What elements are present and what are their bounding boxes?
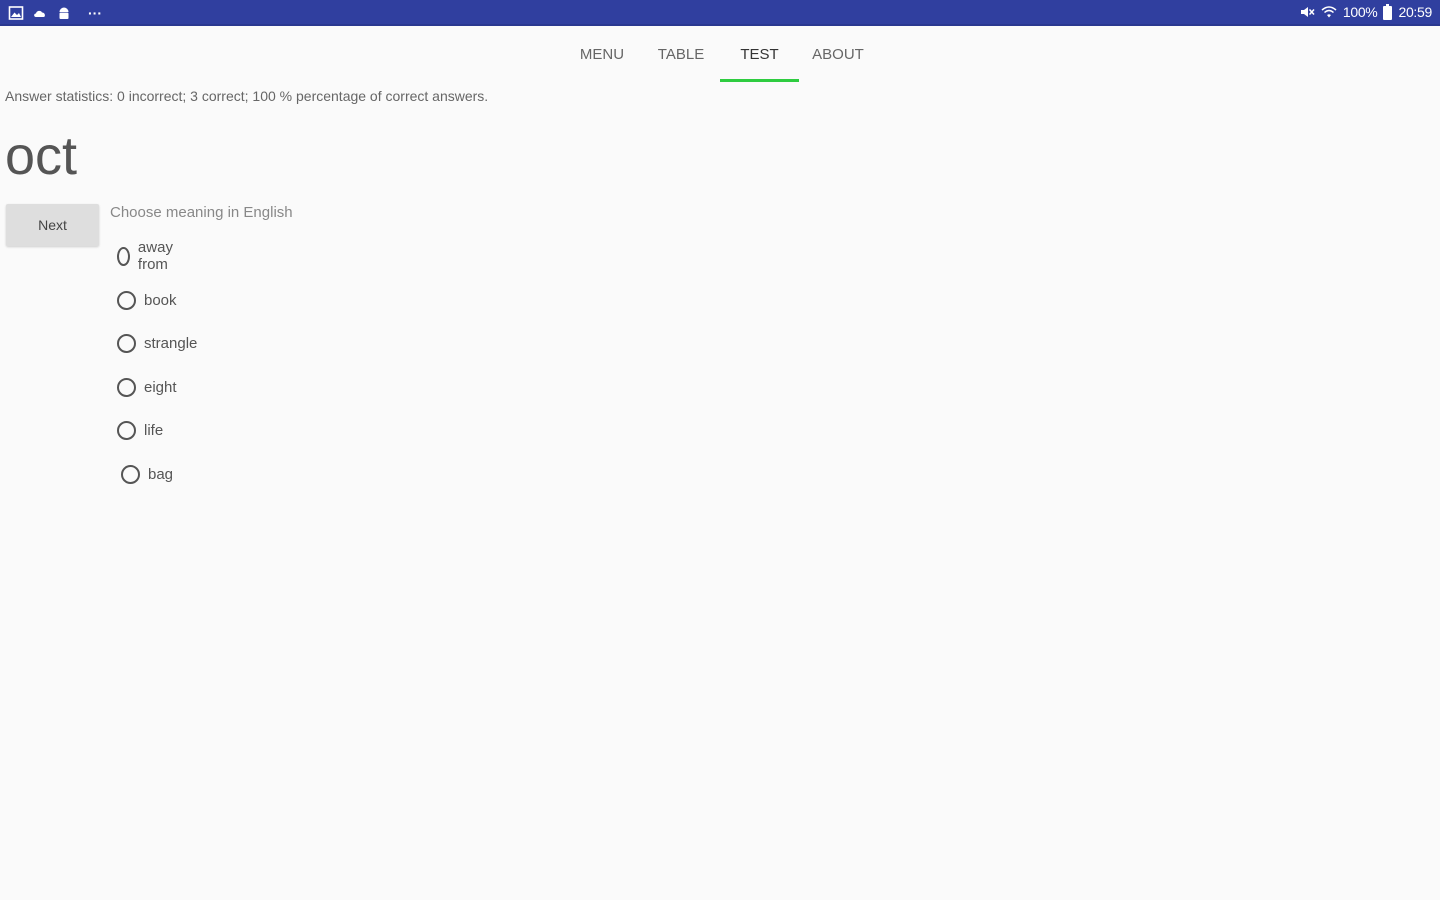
clock: 20:59 — [1398, 4, 1432, 20]
status-left-icons: ··· — [8, 5, 102, 21]
option-label: away from — [137, 239, 173, 273]
radio-button[interactable] — [117, 377, 136, 397]
answer-statistics: Answer statistics: 0 incorrect; 3 correc… — [5, 88, 489, 104]
image-icon — [8, 6, 24, 20]
radio-button[interactable] — [117, 290, 136, 310]
radio-button[interactable] — [117, 333, 136, 353]
android-icon — [59, 7, 69, 19]
option-label: bag — [148, 465, 174, 483]
radio-button[interactable] — [121, 464, 140, 484]
option-away-from[interactable]: away from — [117, 239, 179, 273]
option-strangle[interactable]: strangle — [117, 327, 197, 359]
status-bar: ··· 100% 20:59 — [0, 0, 1440, 26]
question-prompt: Choose meaning in English — [110, 204, 293, 221]
tab-menu[interactable]: MENU — [572, 28, 632, 82]
tab-about[interactable]: ABOUT — [806, 28, 870, 82]
wifi-icon — [1321, 6, 1337, 18]
option-life[interactable]: life — [117, 414, 163, 446]
next-button[interactable]: Next — [6, 204, 99, 246]
option-label: eight — [144, 378, 177, 396]
cloud-icon — [34, 10, 45, 17]
option-book[interactable]: book — [117, 284, 177, 316]
radio-button[interactable] — [117, 420, 136, 440]
test-word: oct — [5, 126, 78, 186]
option-eight[interactable]: eight — [117, 371, 177, 403]
tab-test[interactable]: TEST — [720, 28, 799, 82]
tab-table[interactable]: TABLE — [650, 28, 712, 82]
battery-icon — [1383, 4, 1393, 20]
option-label: life — [144, 421, 164, 439]
status-right-icons: 100% 20:59 — [1299, 4, 1432, 20]
mute-icon — [1300, 7, 1315, 17]
tab-bar: MENU TABLE TEST ABOUT — [0, 28, 1440, 84]
option-label: strangle — [144, 334, 198, 352]
option-bag[interactable]: bag — [121, 458, 173, 490]
battery-percent: 100% — [1342, 4, 1378, 20]
option-label: book — [144, 291, 177, 309]
more-icon: ··· — [88, 5, 102, 21]
radio-button[interactable] — [117, 246, 130, 266]
